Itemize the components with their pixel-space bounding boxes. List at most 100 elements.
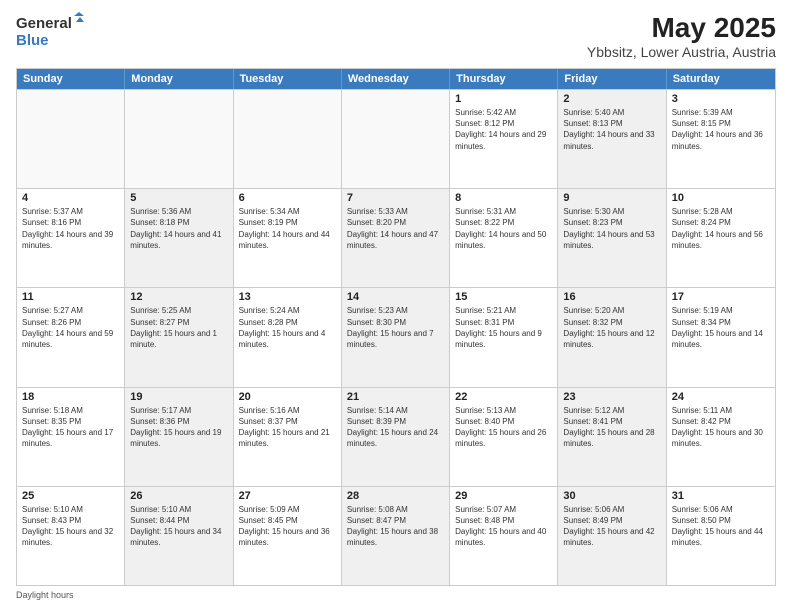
day-info-27: Sunrise: 5:09 AMSunset: 8:45 PMDaylight:…	[239, 504, 336, 549]
day-info-31: Sunrise: 5:06 AMSunset: 8:50 PMDaylight:…	[672, 504, 770, 549]
header-cell-friday: Friday	[558, 69, 666, 89]
day-number-3: 3	[672, 93, 770, 105]
day-number-18: 18	[22, 391, 119, 403]
day-info-4: Sunrise: 5:37 AMSunset: 8:16 PMDaylight:…	[22, 206, 119, 251]
day-cell-11: 11 Sunrise: 5:27 AMSunset: 8:26 PMDayligh…	[17, 288, 125, 386]
day-info-20: Sunrise: 5:16 AMSunset: 8:37 PMDaylight:…	[239, 405, 336, 450]
day-info-14: Sunrise: 5:23 AMSunset: 8:30 PMDaylight:…	[347, 305, 444, 350]
day-cell-5: 5 Sunrise: 5:36 AMSunset: 8:18 PMDaylight…	[125, 189, 233, 287]
header-cell-saturday: Saturday	[667, 69, 775, 89]
svg-text:Blue: Blue	[16, 32, 49, 48]
day-number-11: 11	[22, 291, 119, 303]
day-info-15: Sunrise: 5:21 AMSunset: 8:31 PMDaylight:…	[455, 305, 552, 350]
day-number-16: 16	[563, 291, 660, 303]
day-cell-4: 4 Sunrise: 5:37 AMSunset: 8:16 PMDaylight…	[17, 189, 125, 287]
day-info-17: Sunrise: 5:19 AMSunset: 8:34 PMDaylight:…	[672, 305, 770, 350]
day-number-2: 2	[563, 93, 660, 105]
day-info-3: Sunrise: 5:39 AMSunset: 8:15 PMDaylight:…	[672, 107, 770, 152]
day-number-1: 1	[455, 93, 552, 105]
header-cell-monday: Monday	[125, 69, 233, 89]
day-number-27: 27	[239, 490, 336, 502]
day-cell-21: 21 Sunrise: 5:14 AMSunset: 8:39 PMDayligh…	[342, 388, 450, 486]
day-info-7: Sunrise: 5:33 AMSunset: 8:20 PMDaylight:…	[347, 206, 444, 251]
day-cell-17: 17Sunrise: 5:19 AMSunset: 8:34 PMDayligh…	[667, 288, 775, 386]
day-info-6: Sunrise: 5:34 AMSunset: 8:19 PMDaylight:…	[239, 206, 336, 251]
empty-cell-w0-d2	[234, 90, 342, 188]
header-cell-thursday: Thursday	[450, 69, 558, 89]
day-number-30: 30	[563, 490, 660, 502]
day-number-15: 15	[455, 291, 552, 303]
day-cell-1: 1 Sunrise: 5:42 AMSunset: 8:12 PMDaylight…	[450, 90, 558, 188]
week-row-4: 18 Sunrise: 5:18 AMSunset: 8:35 PMDayligh…	[17, 387, 775, 486]
day-cell-7: 7 Sunrise: 5:33 AMSunset: 8:20 PMDaylight…	[342, 189, 450, 287]
day-cell-6: 6 Sunrise: 5:34 AMSunset: 8:19 PMDaylight…	[234, 189, 342, 287]
day-info-18: Sunrise: 5:18 AMSunset: 8:35 PMDaylight:…	[22, 405, 119, 450]
day-number-6: 6	[239, 192, 336, 204]
day-number-9: 9	[563, 192, 660, 204]
day-cell-22: 22Sunrise: 5:13 AMSunset: 8:40 PMDayligh…	[450, 388, 558, 486]
day-cell-2: 2 Sunrise: 5:40 AMSunset: 8:13 PMDaylight…	[558, 90, 666, 188]
day-info-8: Sunrise: 5:31 AMSunset: 8:22 PMDaylight:…	[455, 206, 552, 251]
calendar: SundayMondayTuesdayWednesdayThursdayFrid…	[16, 68, 776, 586]
day-number-21: 21	[347, 391, 444, 403]
day-number-5: 5	[130, 192, 227, 204]
day-cell-16: 16 Sunrise: 5:20 AMSunset: 8:32 PMDayligh…	[558, 288, 666, 386]
day-info-9: Sunrise: 5:30 AMSunset: 8:23 PMDaylight:…	[563, 206, 660, 251]
day-number-25: 25	[22, 490, 119, 502]
day-cell-26: 26Sunrise: 5:10 AMSunset: 8:44 PMDayligh…	[125, 487, 233, 585]
day-cell-19: 19 Sunrise: 5:17 AMSunset: 8:36 PMDayligh…	[125, 388, 233, 486]
day-number-19: 19	[130, 391, 227, 403]
title-block: May 2025 Ybbsitz, Lower Austria, Austria	[587, 12, 776, 60]
day-number-23: 23	[563, 391, 660, 403]
day-info-11: Sunrise: 5:27 AMSunset: 8:26 PMDaylight:…	[22, 305, 119, 350]
empty-cell-w0-d0	[17, 90, 125, 188]
day-cell-24: 24 Sunrise: 5:11 AMSunset: 8:42 PMDayligh…	[667, 388, 775, 486]
day-number-14: 14	[347, 291, 444, 303]
day-info-5: Sunrise: 5:36 AMSunset: 8:18 PMDaylight:…	[130, 206, 227, 251]
header: General Blue May 2025 Ybbsitz, Lower Aus…	[16, 12, 776, 60]
day-cell-31: 31Sunrise: 5:06 AMSunset: 8:50 PMDayligh…	[667, 487, 775, 585]
day-cell-9: 9 Sunrise: 5:30 AMSunset: 8:23 PMDaylight…	[558, 189, 666, 287]
day-info-25: Sunrise: 5:10 AMSunset: 8:43 PMDaylight:…	[22, 504, 119, 549]
week-row-5: 25 Sunrise: 5:10 AMSunset: 8:43 PMDayligh…	[17, 486, 775, 585]
day-cell-8: 8Sunrise: 5:31 AMSunset: 8:22 PMDaylight…	[450, 189, 558, 287]
day-cell-28: 28 Sunrise: 5:08 AMSunset: 8:47 PMDayligh…	[342, 487, 450, 585]
week-row-1: 1 Sunrise: 5:42 AMSunset: 8:12 PMDaylight…	[17, 89, 775, 188]
day-cell-14: 14 Sunrise: 5:23 AMSunset: 8:30 PMDayligh…	[342, 288, 450, 386]
day-info-24: Sunrise: 5:11 AMSunset: 8:42 PMDaylight:…	[672, 405, 770, 450]
day-info-16: Sunrise: 5:20 AMSunset: 8:32 PMDaylight:…	[563, 305, 660, 350]
main-title: May 2025	[587, 12, 776, 44]
day-cell-12: 12Sunrise: 5:25 AMSunset: 8:27 PMDayligh…	[125, 288, 233, 386]
subtitle: Ybbsitz, Lower Austria, Austria	[587, 44, 776, 60]
day-cell-30: 30 Sunrise: 5:06 AMSunset: 8:49 PMDayligh…	[558, 487, 666, 585]
day-cell-25: 25 Sunrise: 5:10 AMSunset: 8:43 PMDayligh…	[17, 487, 125, 585]
day-cell-10: 10Sunrise: 5:28 AMSunset: 8:24 PMDayligh…	[667, 189, 775, 287]
day-info-28: Sunrise: 5:08 AMSunset: 8:47 PMDaylight:…	[347, 504, 444, 549]
day-cell-15: 15 Sunrise: 5:21 AMSunset: 8:31 PMDayligh…	[450, 288, 558, 386]
day-info-2: Sunrise: 5:40 AMSunset: 8:13 PMDaylight:…	[563, 107, 660, 152]
day-cell-3: 3 Sunrise: 5:39 AMSunset: 8:15 PMDaylight…	[667, 90, 775, 188]
day-info-30: Sunrise: 5:06 AMSunset: 8:49 PMDaylight:…	[563, 504, 660, 549]
day-cell-18: 18 Sunrise: 5:18 AMSunset: 8:35 PMDayligh…	[17, 388, 125, 486]
day-number-28: 28	[347, 490, 444, 502]
day-cell-27: 27 Sunrise: 5:09 AMSunset: 8:45 PMDayligh…	[234, 487, 342, 585]
day-number-24: 24	[672, 391, 770, 403]
header-cell-sunday: Sunday	[17, 69, 125, 89]
day-number-12: 12	[130, 291, 227, 303]
header-cell-wednesday: Wednesday	[342, 69, 450, 89]
day-info-1: Sunrise: 5:42 AMSunset: 8:12 PMDaylight:…	[455, 107, 552, 152]
empty-cell-w0-d1	[125, 90, 233, 188]
day-number-13: 13	[239, 291, 336, 303]
day-info-10: Sunrise: 5:28 AMSunset: 8:24 PMDaylight:…	[672, 206, 770, 251]
day-number-29: 29	[455, 490, 552, 502]
day-number-26: 26	[130, 490, 227, 502]
day-number-22: 22	[455, 391, 552, 403]
day-info-29: Sunrise: 5:07 AMSunset: 8:48 PMDaylight:…	[455, 504, 552, 549]
calendar-header-row: SundayMondayTuesdayWednesdayThursdayFrid…	[17, 69, 775, 89]
day-number-7: 7	[347, 192, 444, 204]
day-info-21: Sunrise: 5:14 AMSunset: 8:39 PMDaylight:…	[347, 405, 444, 450]
day-number-4: 4	[22, 192, 119, 204]
day-cell-13: 13Sunrise: 5:24 AMSunset: 8:28 PMDayligh…	[234, 288, 342, 386]
day-info-19: Sunrise: 5:17 AMSunset: 8:36 PMDaylight:…	[130, 405, 227, 450]
week-row-3: 11 Sunrise: 5:27 AMSunset: 8:26 PMDayligh…	[17, 287, 775, 386]
